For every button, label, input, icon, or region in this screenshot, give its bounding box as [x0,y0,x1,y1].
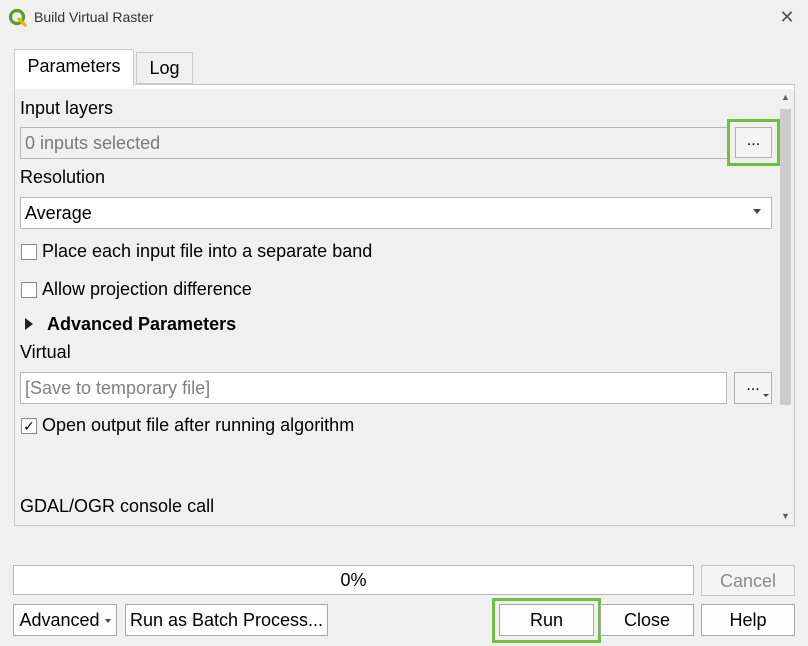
input-layers-field: 0 inputs selected [20,127,728,159]
expand-triangle-icon[interactable] [25,318,33,330]
separate-band-label: Place each input file into a separate ba… [42,241,373,261]
advanced-button[interactable]: Advanced [13,604,117,636]
help-button[interactable]: Help [701,604,795,636]
window-title: Build Virtual Raster [34,9,154,25]
allow-projection-label: Allow projection difference [42,279,252,299]
menu-arrow-icon [763,394,769,397]
run-batch-button[interactable]: Run as Batch Process... [125,604,328,636]
open-output-checkbox[interactable]: ✓ [21,418,37,434]
resolution-value: Average [25,203,92,223]
resolution-select[interactable]: Average [20,197,772,229]
qgis-logo-icon [8,8,27,27]
advanced-button-label: Advanced [19,610,100,630]
input-layers-label: Input layers [20,98,114,118]
virtual-browse-label: ... [746,377,760,394]
progress-bar: 0% [13,565,694,595]
scrollbar-thumb[interactable] [780,109,791,405]
allow-projection-checkbox[interactable] [21,282,37,298]
input-layers-browse-button[interactable]: ... [735,127,772,158]
close-icon[interactable]: ✕ [776,6,798,28]
title-bar: Build Virtual Raster ✕ [0,0,808,36]
cancel-button[interactable]: Cancel [701,565,795,596]
console-call-label: GDAL/OGR console call [20,496,215,516]
virtual-label: Virtual [20,342,71,362]
tab-parameters[interactable]: Parameters [14,49,134,85]
close-button[interactable]: Close [600,604,694,636]
tab-log[interactable]: Log [136,52,193,84]
virtual-browse-button[interactable]: ... [734,372,772,404]
resolution-label: Resolution [20,167,106,187]
dropdown-arrow-icon [104,619,111,624]
advanced-parameters-toggle[interactable]: Advanced Parameters [47,314,236,335]
scroll-up-icon[interactable]: ▲ [777,89,794,106]
scroll-down-icon[interactable]: ▼ [777,508,794,525]
open-output-label: Open output file after running algorithm [42,415,355,435]
run-button[interactable]: Run [499,604,594,636]
chevron-down-icon [753,209,761,214]
virtual-output-field[interactable]: [Save to temporary file] [20,372,727,404]
separate-band-checkbox[interactable] [21,244,37,260]
